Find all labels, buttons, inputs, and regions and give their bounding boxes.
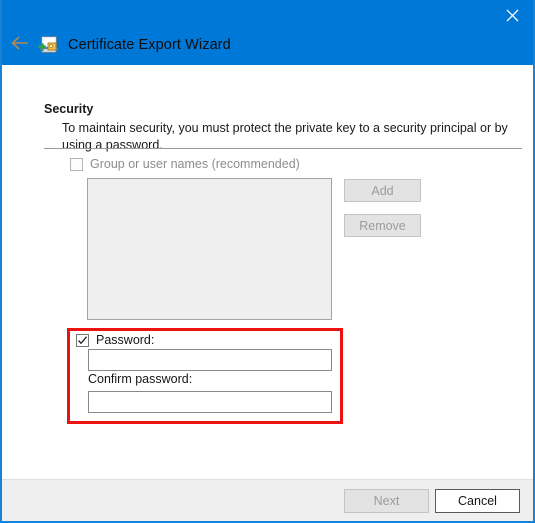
certificate-export-wizard-window: Certificate Export Wizard Security To ma… (0, 0, 535, 523)
group-names-label: Group or user names (recommended) (90, 157, 300, 171)
header-divider (44, 148, 522, 149)
certificate-export-icon (38, 34, 60, 56)
group-names-listbox[interactable] (87, 178, 332, 320)
password-checkbox-row[interactable]: Password: (76, 333, 154, 347)
remove-button[interactable]: Remove (344, 214, 421, 237)
footer-buttons: Next Cancel (340, 480, 520, 521)
cancel-button[interactable]: Cancel (435, 489, 520, 513)
close-button[interactable] (489, 0, 533, 30)
close-icon (506, 9, 519, 22)
next-button[interactable]: Next (344, 489, 429, 513)
group-names-checkbox-row[interactable]: Group or user names (recommended) (70, 157, 300, 171)
page-title: Security (44, 102, 94, 116)
confirm-password-label: Confirm password: (88, 372, 193, 386)
password-checkbox[interactable] (76, 333, 89, 347)
wizard-footer: Next Cancel (2, 479, 533, 521)
window-title: Certificate Export Wizard (68, 37, 231, 53)
arrow-left-icon (10, 35, 29, 56)
wizard-header: Certificate Export Wizard (2, 32, 231, 58)
password-input[interactable] (88, 349, 332, 371)
confirm-password-input[interactable] (88, 391, 332, 413)
back-button[interactable] (2, 32, 38, 58)
title-bar: Certificate Export Wizard (2, 0, 533, 65)
add-button[interactable]: Add (344, 179, 421, 202)
wizard-page: Security To maintain security, you must … (2, 65, 533, 521)
group-names-checkbox[interactable] (70, 157, 83, 171)
password-label: Password: (96, 333, 155, 347)
